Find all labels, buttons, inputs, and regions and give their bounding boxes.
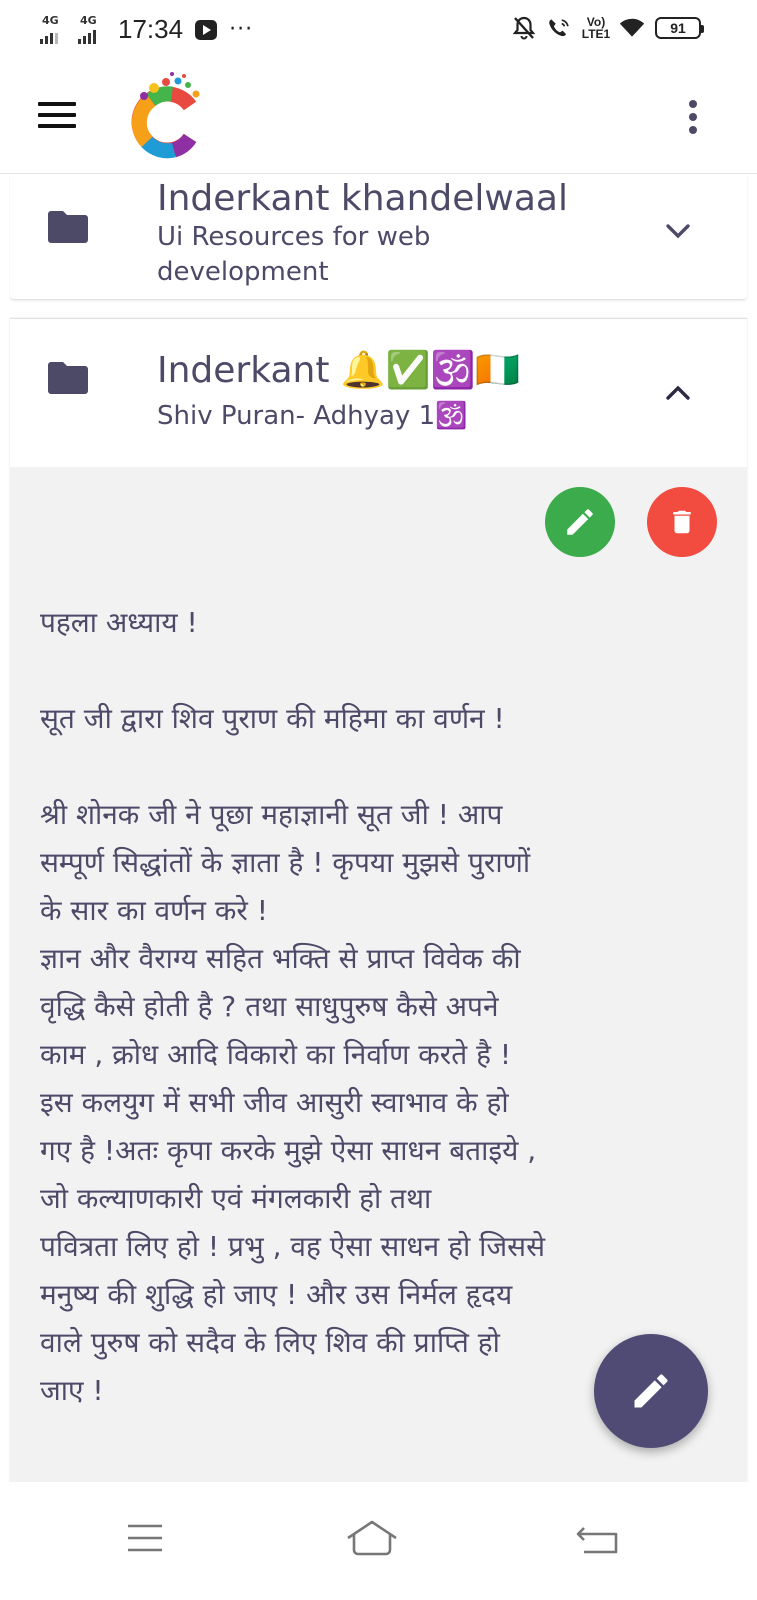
- edit-note-button[interactable]: [545, 487, 615, 557]
- note-line: काम , क्रोध आदि विकारो का निर्वाण करते ह…: [40, 1038, 512, 1071]
- back-icon[interactable]: [570, 1518, 630, 1558]
- note-line: पवित्रता लिए हो ! प्रभु , वह ऐसा साधन हो…: [40, 1230, 546, 1263]
- recents-menu-icon[interactable]: [114, 1518, 174, 1558]
- chevron-down-icon[interactable]: [660, 214, 696, 250]
- edit-icon: [634, 1374, 668, 1408]
- new-note-fab[interactable]: [594, 1334, 708, 1448]
- note-line: जो कल्याणकारी एवं मंगलकारी हो तथा: [40, 1182, 432, 1215]
- status-bar: 4G 4G 17:34 ··· Vo) LTE1 91: [0, 0, 757, 60]
- note-line: श्री शोनक जी ने पूछा महाज्ञानी सूत जी ! …: [40, 798, 503, 831]
- chevron-up-icon[interactable]: [660, 375, 696, 411]
- home-icon[interactable]: [342, 1518, 402, 1558]
- clock: 17:34: [118, 14, 184, 44]
- app-bar: [0, 60, 757, 174]
- note-line: गए है !अतः कृपा करके मुझे ऐसा साधन बताइय…: [40, 1134, 537, 1167]
- note-line: इस कलयुग में सभी जीव आसुरी स्वाभाव के हो: [40, 1086, 509, 1119]
- signal-2-icon: 4G: [78, 14, 110, 44]
- folder-icon: [48, 362, 88, 394]
- note-paragraph: पहला अध्याय !: [40, 606, 198, 639]
- note-line: के सार का वर्णन करे !: [40, 894, 268, 927]
- more-vert-icon[interactable]: [686, 100, 700, 138]
- note-subtitle: Ui Resources for web development: [157, 222, 431, 287]
- delete-note-button[interactable]: [647, 487, 717, 557]
- note-card-expanded[interactable]: Inderkant 🔔✅🕉️🇨🇮 Shiv Puran- Adhyay 1🕉️ …: [10, 318, 747, 1483]
- note-body: पहला अध्याय ! सूत जी द्वारा शिव पुराण की…: [10, 467, 747, 1483]
- signal-1-icon: 4G: [40, 14, 72, 44]
- note-paragraph: सूत जी द्वारा शिव पुराण की महिमा का वर्ण…: [40, 702, 505, 735]
- more-notifications-icon: ···: [229, 17, 254, 42]
- note-line: सम्पूर्ण सिद्धांतों के ज्ञाता है ! कृपया…: [40, 846, 531, 879]
- note-content: पहला अध्याय ! सूत जी द्वारा शिव पुराण की…: [40, 599, 730, 1415]
- note-line: ज्ञान और वैराग्य सहित भक्ति से प्राप्त व…: [40, 942, 521, 975]
- hamburger-menu-icon[interactable]: [38, 102, 78, 132]
- pencil-icon: [567, 509, 593, 535]
- lte-icon: Vo) LTE1: [581, 15, 611, 41]
- trash-icon: [673, 510, 691, 534]
- battery-level: 91: [666, 20, 690, 36]
- system-nav-bar: [0, 1482, 757, 1600]
- note-subtitle: Shiv Puran- Adhyay 1🕉️: [157, 401, 468, 431]
- note-card[interactable]: Inderkant khandelwaal Ui Resources for w…: [10, 174, 747, 300]
- youtube-notification-icon: [195, 19, 218, 40]
- note-line: मनुष्य की शुद्धि हो जाए ! और उस निर्मल ह…: [40, 1278, 513, 1311]
- folder-icon: [48, 211, 88, 243]
- wifi-icon: [619, 14, 645, 42]
- battery-icon: 91: [655, 17, 704, 39]
- note-title: Inderkant 🔔✅🕉️🇨🇮: [157, 350, 521, 391]
- note-title: Inderkant khandelwaal: [157, 178, 568, 219]
- note-paragraph: श्री शोनक जी ने पूछा महाज्ञानी सूत जी ! …: [40, 791, 730, 1415]
- wifi-call-icon: [547, 14, 573, 42]
- app-logo: [124, 72, 210, 162]
- bell-off-icon: [511, 14, 537, 42]
- note-line: वृद्धि कैसे होती है ? तथा साधुपुरुष कैसे…: [40, 990, 499, 1023]
